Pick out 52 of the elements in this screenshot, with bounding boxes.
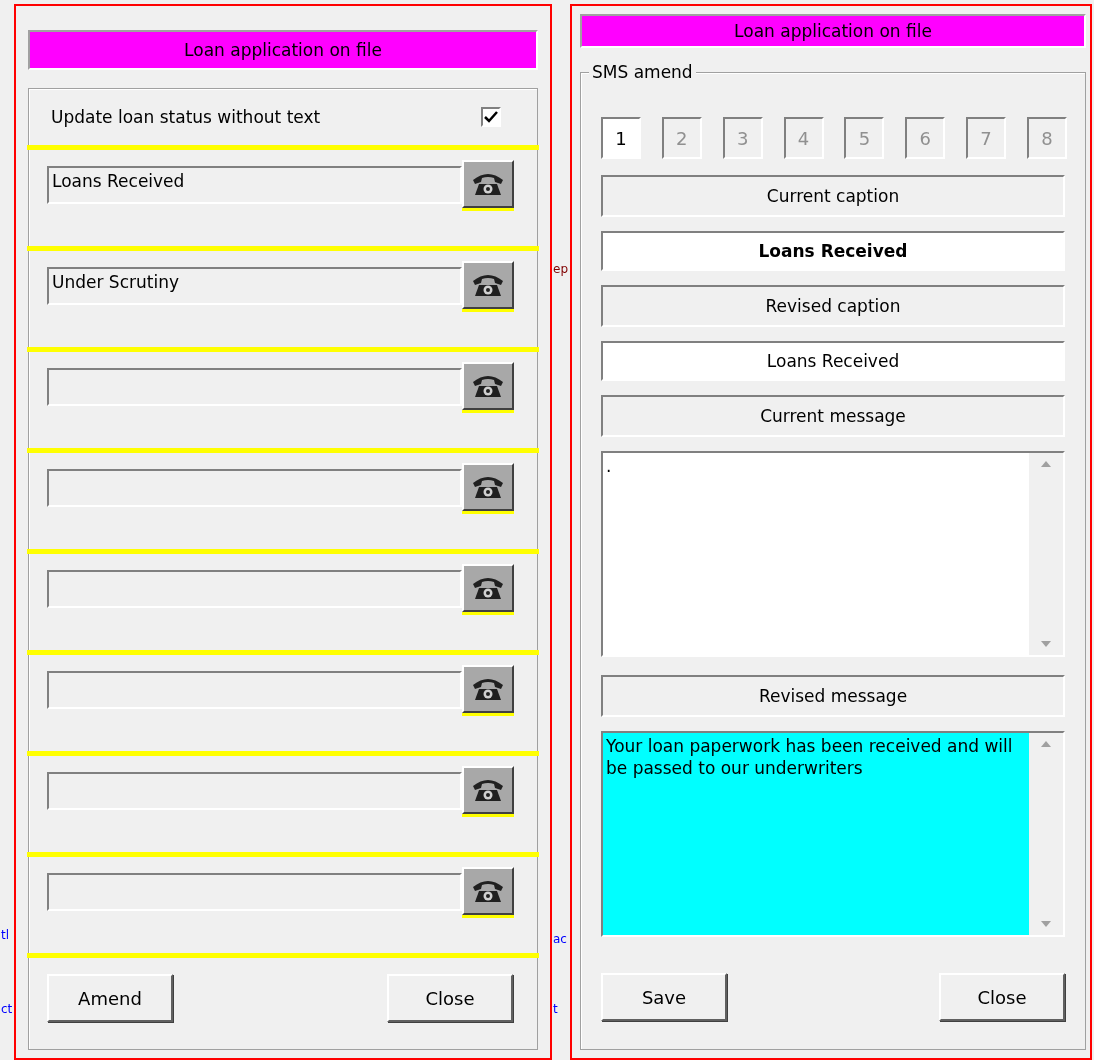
message-box[interactable]: Your loan paperwork has been received and will be passed to our underwriters: [601, 731, 1065, 937]
phone-button[interactable]: [462, 867, 514, 915]
scroll-down-arrow-icon[interactable]: [1041, 641, 1051, 647]
scrollbar[interactable]: [1029, 453, 1063, 655]
caption-label: Current caption: [601, 175, 1065, 217]
status-field[interactable]: [47, 873, 462, 911]
status-field[interactable]: [47, 570, 462, 608]
status-field[interactable]: [47, 469, 462, 507]
telephone-icon: [471, 878, 505, 904]
message-label: Current message: [601, 395, 1065, 437]
caption-label: Revised caption: [601, 285, 1065, 327]
telephone-icon: [471, 373, 505, 399]
background-text-fragment: tl: [1, 928, 10, 942]
phone-button[interactable]: [462, 766, 514, 814]
message-box[interactable]: .: [601, 451, 1065, 657]
phone-button[interactable]: [462, 463, 514, 511]
close-button[interactable]: Close: [939, 973, 1065, 1021]
phone-button[interactable]: [462, 564, 514, 612]
status-field[interactable]: Loans Received: [47, 166, 462, 204]
scroll-down-arrow-icon[interactable]: [1041, 921, 1051, 927]
telephone-icon: [471, 272, 505, 298]
phone-button[interactable]: [462, 160, 514, 208]
status-field[interactable]: [47, 368, 462, 406]
option-label: Update loan status without text: [51, 107, 321, 127]
background-text-fragment: ct: [1, 1002, 13, 1016]
close-button[interactable]: Close: [387, 974, 513, 1022]
telephone-icon: [471, 171, 505, 197]
background-text-fragment: ep: [553, 262, 568, 276]
status-field[interactable]: Under Scrutiny: [47, 267, 462, 305]
status-field[interactable]: [47, 671, 462, 709]
telephone-icon: [471, 676, 505, 702]
checkbox[interactable]: [481, 107, 501, 127]
message-label: Revised message: [601, 675, 1065, 717]
save-button[interactable]: Save: [601, 973, 727, 1021]
background-text-fragment: t: [553, 1002, 558, 1016]
dialog-title: Loan application on file: [28, 30, 538, 70]
telephone-icon: [471, 474, 505, 500]
scroll-up-arrow-icon[interactable]: [1041, 741, 1051, 747]
caption-field[interactable]: Loans Received: [601, 341, 1065, 381]
phone-button[interactable]: [462, 261, 514, 309]
scroll-up-arrow-icon[interactable]: [1041, 461, 1051, 467]
scrollbar[interactable]: [1029, 733, 1063, 935]
dialog-title: Loan application on file: [580, 14, 1086, 48]
telephone-icon: [471, 575, 505, 601]
phone-button[interactable]: [462, 362, 514, 410]
telephone-icon: [471, 777, 505, 803]
amend-button[interactable]: Amend: [47, 974, 173, 1022]
background-text-fragment: ac: [553, 932, 567, 946]
phone-button[interactable]: [462, 665, 514, 713]
slot-tab[interactable]: 1: [601, 117, 641, 159]
caption-field[interactable]: Loans Received: [601, 231, 1065, 271]
status-field[interactable]: [47, 772, 462, 810]
